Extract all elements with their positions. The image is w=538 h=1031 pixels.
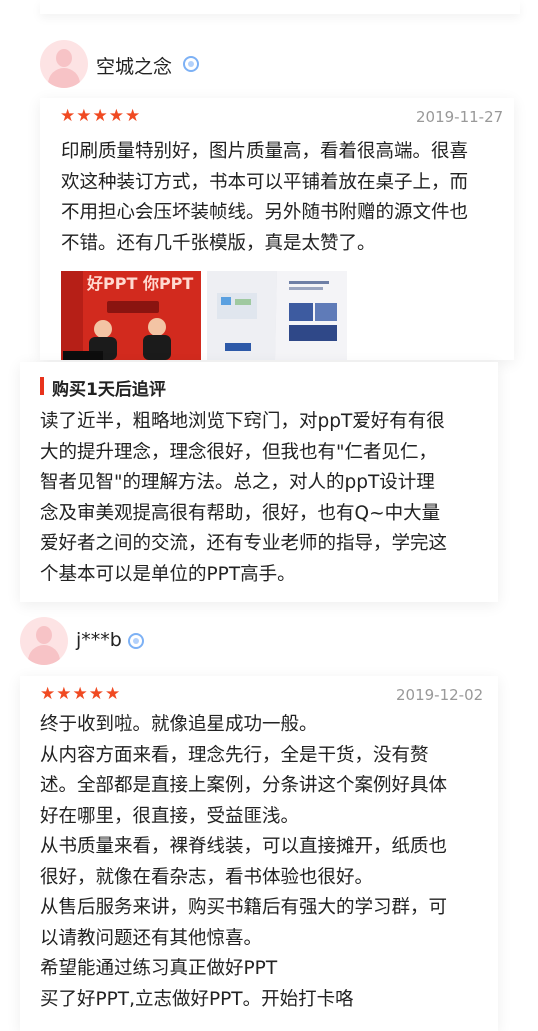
- review-date: 2019-12-02: [396, 686, 484, 704]
- star-rating: ★★★★★: [60, 106, 142, 126]
- review-line: 买了好PPT,立志做好PPT。开始打卡咯: [40, 988, 354, 1010]
- followup-accent-bar: [40, 377, 44, 395]
- review-date: 2019-11-27: [416, 108, 504, 126]
- review-line: 希望能通过练习真正做好PPT: [40, 958, 278, 979]
- member-badge-icon: [128, 633, 144, 649]
- review-content: 印刷质量特别好，图片质量高，看着很高端。很喜 欢这种装订方式，书本可以平铺着放在…: [61, 137, 511, 259]
- review-line: 欢这种装订方式，书本可以平铺着放在桌子上，而: [61, 171, 469, 193]
- followup-content: 读了近半，粗略地浏览下窍门，对ppT爱好有有很 大的提升理念，理念很好，但我也有…: [40, 407, 510, 590]
- user-avatar[interactable]: [20, 617, 68, 665]
- previous-card-edge: [40, 0, 520, 14]
- followup-line: 智者见智"的理解方法。总之，对人的ppT设计理: [40, 472, 435, 493]
- user-avatar[interactable]: [40, 40, 88, 88]
- review-content: 终于收到啦。就像追星成功一般。 从内容方面来看，理念先行，全是干货，没有赘 述。…: [40, 710, 510, 1015]
- review-line: 从书质量来看，裸脊线装，可以直接摊开，纸质也: [40, 836, 448, 857]
- member-badge-icon: [183, 56, 199, 72]
- review-line: 好在哪里，很直接，受益匪浅。: [40, 805, 300, 827]
- review-line: 以请教问题还有其他惊喜。: [40, 927, 263, 949]
- review-line: 从售后服务来讲，购买书籍后有强大的学习群，可: [40, 897, 448, 918]
- username[interactable]: 空城之念: [96, 52, 172, 79]
- review-photo[interactable]: [207, 271, 347, 360]
- followup-line: 爱好者之间的交流，还有专业老师的指导，学完这: [40, 533, 448, 554]
- star-rating: ★★★★★: [40, 684, 122, 704]
- review-line: 述。全部都是直接上案例，分条讲这个案例好具体: [40, 775, 448, 796]
- review-line: 终于收到啦。就像追星成功一般。: [40, 714, 318, 735]
- review-line: 从内容方面来看，理念先行，全是干货，没有赘: [40, 744, 429, 766]
- followup-line: 读了近半，粗略地浏览下窍门，对ppT爱好有有很: [40, 411, 445, 432]
- followup-line: 大的提升理念，理念很好，但我也有"仁者见仁，: [40, 441, 438, 463]
- username[interactable]: j***b: [76, 629, 122, 651]
- review-line: 很好，就像在看杂志，看书体验也很好。: [40, 866, 374, 888]
- book-cover-photo: 好PPT 你PPT: [61, 271, 201, 360]
- followup-line: 念及审美观提高很有帮助，很好，也有Q~中大量: [40, 502, 441, 524]
- book-inner-page-photo: [207, 271, 347, 360]
- review-photo[interactable]: 好PPT 你PPT: [61, 271, 201, 360]
- review-line: 印刷质量特别好，图片质量高，看着很高端。很喜: [61, 141, 469, 162]
- review-line: 不用担心会压坏装帧线。另外随书附赠的源文件也: [61, 202, 469, 223]
- followup-line: 个基本可以是单位的PPT高手。: [40, 563, 296, 585]
- cover-title-text: 好PPT 你PPT: [86, 274, 193, 293]
- followup-title: 购买1天后追评: [52, 380, 166, 400]
- review-line: 不错。还有几千张模版，真是太赞了。: [61, 232, 376, 254]
